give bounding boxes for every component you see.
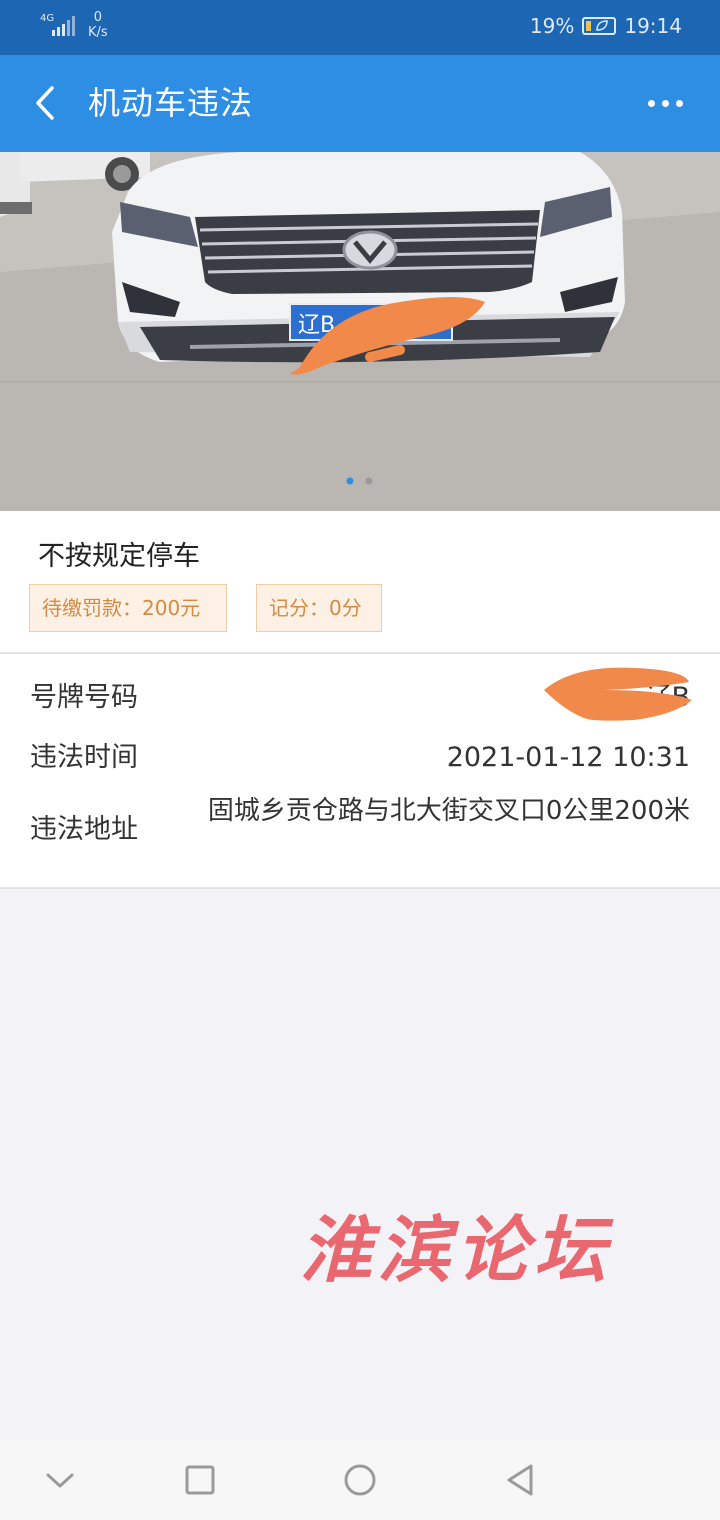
address-value: 固城乡贡仓路与北大街交叉口0公里200米 [207, 796, 690, 826]
battery-icon [582, 17, 617, 35]
violation-details: 号牌号码 辽B 违法时间 2021-01-12 10:31 违法地址 固城乡贡仓… [0, 654, 720, 887]
fine-badge: 待缴罚款：200元 [29, 584, 227, 632]
plate-label: 号牌号码 [30, 682, 138, 713]
more-options-icon[interactable] [648, 95, 688, 111]
points-badge: 记分：0分 [256, 584, 382, 632]
signal-icon [52, 16, 75, 36]
network-speed: 0 K/s [88, 10, 108, 40]
forum-watermark: 淮滨论坛 [300, 1207, 613, 1292]
speed-value: 0 [93, 10, 102, 25]
carousel-dot-active [346, 477, 354, 485]
plate-redaction [544, 667, 692, 721]
status-bar: 4G 0 K/s 19% 19:14 [0, 0, 720, 55]
violation-photo-carousel[interactable]: 辽B [0, 152, 720, 511]
time-label: 违法时间 [30, 742, 138, 773]
chevron-down-icon[interactable] [40, 1460, 80, 1500]
clock: 19:14 [624, 14, 682, 38]
time-value: 2021-01-12 10:31 [446, 742, 690, 773]
car-photo: 辽B [0, 152, 720, 511]
back-icon[interactable] [28, 83, 68, 123]
divider [0, 887, 720, 889]
address-label: 违法地址 [30, 814, 138, 845]
battery-percent: 19% [529, 14, 575, 38]
status-right: 19% 19:14 [530, 14, 682, 38]
page-title: 机动车违法 [88, 84, 254, 122]
circle-icon[interactable] [340, 1460, 380, 1500]
violation-summary: 不按规定停车 待缴罚款：200元 记分：0分 [0, 511, 720, 652]
square-icon[interactable] [180, 1460, 220, 1500]
system-nav-bar [0, 1440, 720, 1520]
app-header: 机动车违法 [0, 55, 720, 152]
triangle-left-icon[interactable] [500, 1460, 540, 1500]
speed-unit: K/s [88, 25, 108, 40]
carousel-dot [365, 477, 373, 485]
violation-type: 不按规定停车 [38, 541, 200, 572]
